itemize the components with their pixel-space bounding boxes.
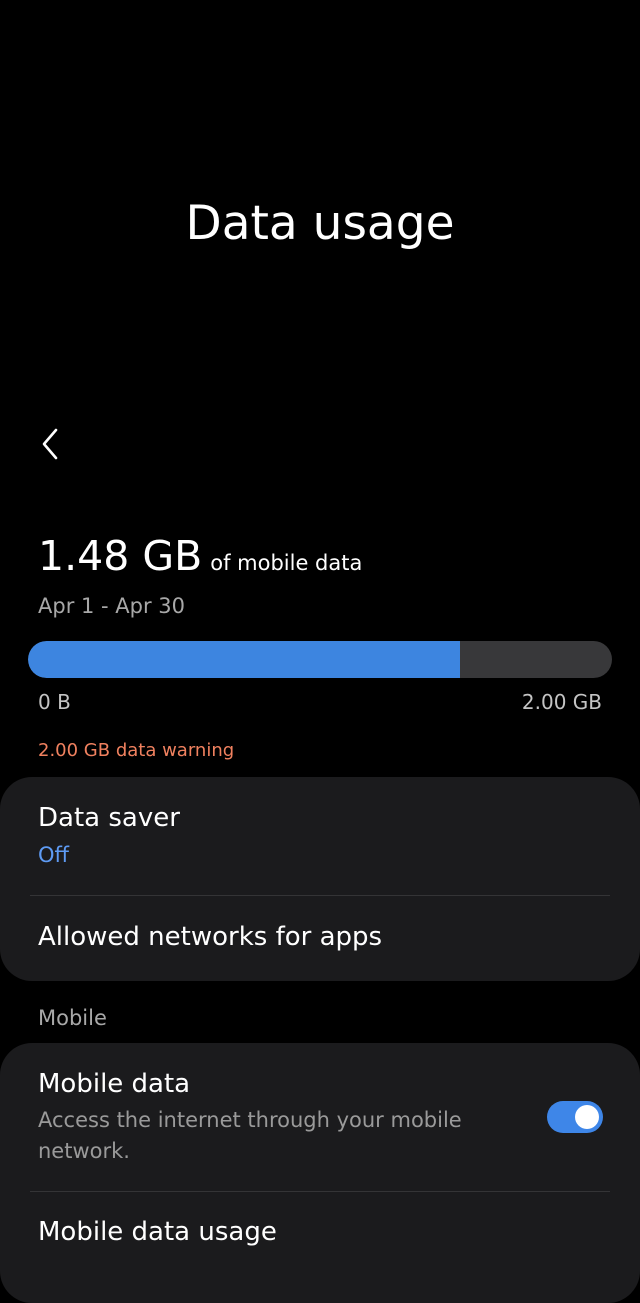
data-settings-card: Data saver Off Allowed networks for apps bbox=[0, 777, 640, 981]
page-title: Data usage bbox=[185, 196, 455, 251]
back-button[interactable] bbox=[30, 420, 70, 468]
mobile-data-title: Mobile data bbox=[38, 1069, 191, 1099]
usage-progress-bar bbox=[28, 641, 612, 678]
mobile-settings-card: Mobile data Access the internet through … bbox=[0, 1043, 640, 1303]
section-header-mobile: Mobile bbox=[38, 1006, 107, 1030]
divider bbox=[30, 895, 610, 896]
allowed-networks-row[interactable]: Allowed networks for apps bbox=[38, 922, 602, 952]
data-saver-title: Data saver bbox=[38, 803, 180, 833]
usage-suffix: of mobile data bbox=[210, 551, 363, 575]
usage-bar-min-label: 0 B bbox=[38, 690, 71, 714]
mobile-data-usage-title: Mobile data usage bbox=[38, 1217, 277, 1247]
divider bbox=[30, 1191, 610, 1192]
allowed-networks-title: Allowed networks for apps bbox=[38, 922, 383, 952]
mobile-data-row[interactable]: Mobile data Access the internet through … bbox=[38, 1069, 490, 1167]
data-saver-row[interactable]: Data saver Off bbox=[38, 803, 602, 867]
data-saver-status: Off bbox=[38, 843, 69, 867]
mobile-data-usage-row[interactable]: Mobile data usage bbox=[38, 1217, 602, 1247]
usage-amount: 1.48 GB bbox=[38, 532, 203, 580]
chevron-left-icon bbox=[42, 428, 58, 460]
toggle-knob bbox=[575, 1105, 599, 1129]
usage-progress-fill bbox=[28, 641, 461, 678]
data-warning-text: 2.00 GB data warning bbox=[38, 740, 235, 761]
usage-period: Apr 1 - Apr 30 bbox=[38, 594, 186, 618]
usage-summary: 1.48 GB of mobile data bbox=[38, 532, 362, 580]
mobile-data-description: Access the internet through your mobile … bbox=[38, 1108, 462, 1163]
usage-bar-max-label: 2.00 GB bbox=[521, 690, 602, 714]
mobile-data-toggle[interactable] bbox=[547, 1101, 603, 1133]
